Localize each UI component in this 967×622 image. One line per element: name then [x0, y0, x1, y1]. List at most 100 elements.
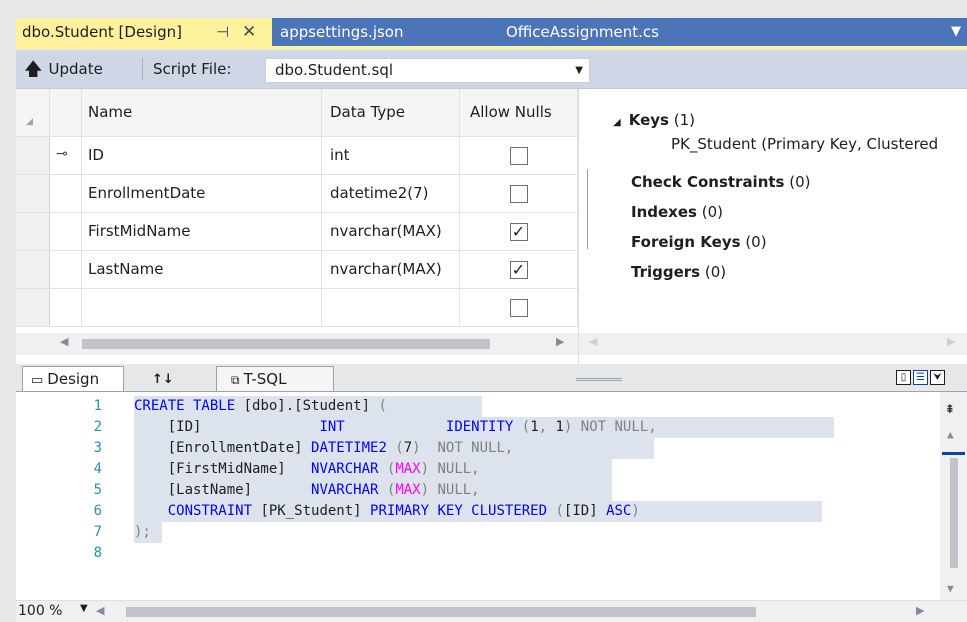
scroll-left-icon[interactable]: ◀: [96, 604, 104, 617]
tab-label: OfficeAssignment.cs: [506, 23, 659, 41]
allow-nulls-checkbox[interactable]: [509, 298, 528, 317]
horizontal-split-icon[interactable]: ☰: [913, 370, 928, 385]
triggers-count: (0): [704, 263, 727, 281]
tsql-editor[interactable]: 12345678 CREATE TABLE [dbo].[Student] ( …: [16, 392, 967, 600]
header-data-type[interactable]: Data Type: [322, 89, 460, 137]
row-selector[interactable]: [16, 251, 50, 289]
scroll-right-icon[interactable]: ▶: [916, 604, 924, 617]
collapse-pane-icon[interactable]: ⮟: [930, 370, 945, 385]
indexes-node[interactable]: Indexes (0): [631, 203, 723, 221]
swap-panes-button[interactable]: ↑↓: [152, 366, 202, 391]
row-selector[interactable]: [16, 213, 50, 251]
primary-key-icon: ⊸: [56, 146, 68, 162]
check-constraints-node[interactable]: Check Constraints (0): [631, 173, 811, 191]
data-type-cell[interactable]: int: [322, 137, 460, 175]
triggers-node[interactable]: Triggers (0): [631, 263, 726, 281]
zoom-level[interactable]: 100 %: [18, 603, 62, 619]
line-number: 5: [93, 482, 102, 498]
code-line-5: [LastName] NVARCHAR (MAX) NULL,: [134, 482, 480, 498]
scroll-up-icon[interactable]: ▲: [947, 428, 954, 441]
allow-nulls-checkbox[interactable]: [509, 184, 528, 203]
tree-guide-line: [587, 169, 588, 249]
pane-tab-bar: ▭ Design ↑↓ ⧉ T-SQL ▯ ☰ ⮟: [16, 364, 967, 392]
script-file-dropdown[interactable]: dbo.Student.sql ▼: [265, 58, 590, 83]
row-selector[interactable]: [16, 289, 50, 327]
allow-nulls-cell: [460, 175, 578, 213]
data-type-cell[interactable]: datetime2(7): [322, 175, 460, 213]
split-editor-icon[interactable]: ⇞: [945, 398, 955, 417]
scroll-right-icon[interactable]: ▶: [947, 335, 955, 348]
data-type-cell[interactable]: [322, 289, 460, 327]
editor-vertical-scrollbar[interactable]: ⇞ ▲ ▼: [940, 392, 967, 600]
tab-appsettings-json[interactable]: appsettings.json: [274, 18, 484, 46]
check-constraints-count: (0): [789, 173, 811, 191]
active-tab-underline: [16, 46, 967, 49]
pin-icon[interactable]: ⊣: [216, 18, 229, 46]
tab-tsql[interactable]: ⧉ T-SQL: [216, 366, 334, 391]
column-name-cell[interactable]: ID: [82, 137, 322, 175]
scroll-left-icon[interactable]: ◀: [60, 335, 68, 348]
up-arrow-icon: 🡅: [24, 59, 43, 80]
collapse-triangle-icon[interactable]: ◢: [613, 117, 621, 128]
pk-student-item[interactable]: PK_Student (Primary Key, Clustered: [671, 135, 938, 153]
allow-nulls-cell: [460, 137, 578, 175]
check-constraints-label: Check Constraints: [631, 173, 785, 191]
row-icon-cell: [50, 289, 82, 327]
row-selector[interactable]: [16, 175, 50, 213]
column-name-cell[interactable]: [82, 289, 322, 327]
keys-horizontal-scrollbar[interactable]: ◀ ▶: [579, 333, 967, 355]
line-number: 3: [93, 440, 102, 456]
data-type-cell[interactable]: nvarchar(MAX): [322, 213, 460, 251]
data-type-cell[interactable]: nvarchar(MAX): [322, 251, 460, 289]
scroll-thumb[interactable]: [950, 458, 958, 568]
designer-toolbar: 🡅 Update Script File: dbo.Student.sql ▼: [16, 50, 967, 89]
tab-dbo-student-design[interactable]: dbo.Student [Design] ⊣ ✕: [16, 18, 272, 46]
columns-grid: ◢ Name Data Type Allow Nulls ⊸ ID int Enrol…: [16, 89, 578, 364]
scroll-down-icon[interactable]: ▼: [947, 582, 954, 595]
allow-nulls-cell: ✓: [460, 213, 578, 251]
scroll-thumb[interactable]: [82, 339, 490, 349]
scroll-right-icon[interactable]: ▶: [556, 335, 564, 348]
tab-row: dbo.Student [Design] ⊣ ✕ appsettings.jso…: [16, 18, 967, 46]
swap-icon: ↑↓: [152, 372, 174, 387]
line-number: 7: [93, 524, 102, 540]
column-name-cell[interactable]: LastName: [82, 251, 322, 289]
allow-nulls-checkbox[interactable]: ✓: [509, 260, 528, 279]
editor-bottom-bar: 100 % ▼ ◀ ▶: [16, 600, 967, 622]
line-number: 6: [93, 503, 102, 519]
column-name-cell[interactable]: FirstMidName: [82, 213, 322, 251]
chevron-down-icon[interactable]: ▼: [80, 603, 88, 614]
header-allow-nulls[interactable]: Allow Nulls: [460, 89, 578, 137]
allow-nulls-checkbox[interactable]: ✓: [509, 222, 528, 241]
allow-nulls-checkbox[interactable]: [509, 146, 528, 165]
tab-tsql-label: T-SQL: [243, 370, 287, 388]
code-line-2: [ID] INT IDENTITY (1, 1) NOT NULL,: [134, 419, 657, 435]
column-name-cell[interactable]: EnrollmentDate: [82, 175, 322, 213]
code-line-4: [FirstMidName] NVARCHAR (MAX) NULL,: [134, 461, 480, 477]
tab-label: appsettings.json: [280, 23, 404, 41]
tab-design-label: Design: [47, 370, 100, 388]
row-selector[interactable]: [16, 137, 50, 175]
tab-officeassignment-cs[interactable]: OfficeAssignment.cs: [500, 18, 700, 46]
tab-design[interactable]: ▭ Design: [22, 366, 124, 391]
header-name[interactable]: Name: [82, 89, 322, 137]
close-icon[interactable]: ✕: [242, 18, 256, 46]
code-line-6: CONSTRAINT [PK_Student] PRIMARY KEY CLUS…: [167, 503, 640, 519]
scroll-thumb[interactable]: [126, 607, 756, 617]
grid-corner[interactable]: ◢: [16, 89, 50, 137]
row-icon-cell: [50, 213, 82, 251]
pane-splitter-handle[interactable]: [576, 378, 622, 381]
update-button[interactable]: 🡅 Update: [24, 56, 103, 82]
tab-dropdown-icon[interactable]: ▼: [951, 18, 961, 46]
code-line-7: );: [134, 524, 151, 540]
triggers-label: Triggers: [631, 263, 701, 281]
vertical-split-icon[interactable]: ▯: [896, 370, 911, 385]
corner-triangle-icon: ◢: [26, 117, 33, 127]
line-number-gutter: [16, 392, 134, 600]
toolbar-separator: [142, 58, 143, 80]
keys-node[interactable]: ◢ Keys (1): [613, 111, 695, 129]
grid-horizontal-scrollbar[interactable]: ◀ ▶: [16, 333, 578, 355]
line-number: 1: [93, 398, 102, 414]
foreign-keys-node[interactable]: Foreign Keys (0): [631, 233, 767, 251]
scroll-left-icon[interactable]: ◀: [589, 335, 597, 348]
